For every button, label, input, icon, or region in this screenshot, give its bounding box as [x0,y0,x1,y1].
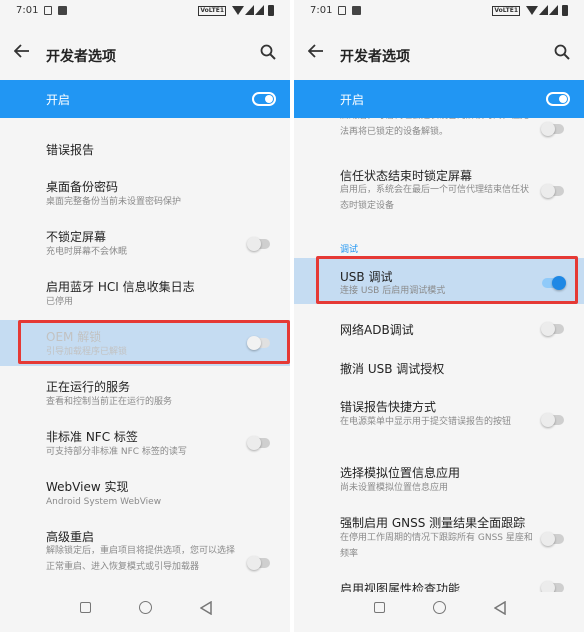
master-switch-row[interactable]: 开启 [294,80,584,118]
recents-icon[interactable] [80,602,91,613]
list-item-lock-on-trust-lost[interactable]: 信任状态结束时锁定屏幕 启用后，系统会在最后一个可信代理结束信任状态时锁定设备 [294,158,584,220]
nav-bar [0,592,290,632]
item-title: 选择模拟位置信息应用 [340,466,461,480]
volte-badge: VoLTE1 [198,6,226,16]
list-item-bug-report[interactable]: 错误报告 [0,118,290,170]
trust-agent-toggle[interactable] [541,122,564,136]
back-arrow-icon[interactable] [308,44,324,58]
list-item-stay-awake[interactable]: 不锁定屏幕 充电时屏幕不会休眠 [0,220,290,270]
list-item-mock-location-app[interactable]: 选择模拟位置信息应用 尚未设置模拟位置信息应用 [294,454,584,502]
signal-icon [539,5,548,15]
item-title: WebView 实现 [46,480,129,494]
gnss-tracking-toggle[interactable] [541,532,564,546]
settings-list: 错误报告 桌面备份密码 桌面完整备份当前未设置密码保护 不锁定屏幕 充电时屏幕不… [0,118,290,592]
image-icon [352,6,361,15]
status-time: 7:01 [16,5,39,16]
nav-bar [294,592,584,632]
list-item-gnss-tracking[interactable]: 强制启用 GNSS 测量结果全面跟踪 在停用工作周期的情况下跟踪所有 GNSS … [294,504,584,568]
sim-icon [338,6,346,15]
sim-icon [44,6,52,15]
list-item-nfc[interactable]: 非标准 NFC 标签 可支持部分非标准 NFC 标签的读写 [0,418,290,468]
app-bar: 开发者选项 [294,22,584,80]
item-title: 非标准 NFC 标签 [46,430,138,444]
recents-icon[interactable] [374,602,385,613]
signal-icon [549,5,558,15]
signal-icon [255,5,264,15]
status-bar: 7:01 VoLTE1 [0,0,290,22]
list-item-running-services[interactable]: 正在运行的服务 查看和控制当前正在运行的服务 [0,368,290,418]
master-switch[interactable] [546,92,570,106]
item-title: 错误报告 [46,143,95,157]
list-item-backup-password[interactable]: 桌面备份密码 桌面完整备份当前未设置密码保护 [0,170,290,220]
item-title: 正在运行的服务 [46,380,131,394]
screen-root: 7:01 VoLTE1 开发者选项 开启 错误报告 桌面备份密码 桌面完整备份当… [0,0,584,632]
item-title: 网络ADB调试 [340,323,414,337]
adb-over-network-toggle[interactable] [541,322,564,336]
item-title: 强制启用 GNSS 测量结果全面跟踪 [340,516,526,530]
item-subtitle: 已停用 [46,297,74,307]
item-subtitle: 启用后，系统会在最后一个可信代理结束信任状态时锁定设备 [340,185,530,211]
list-item-trust-agent-partial[interactable]: 启用后，可信代理会延长设备的解锁时间，但无法再将已锁定的设备解锁。 [294,118,584,146]
app-bar: 开发者选项 [0,22,290,80]
battery-icon [562,5,568,16]
master-switch-label: 开启 [46,93,71,107]
item-title: 启用蓝牙 HCI 信息收集日志 [46,280,195,294]
list-item-adb-over-network[interactable]: 网络ADB调试 [294,308,584,348]
left-screen: 7:01 VoLTE1 开发者选项 开启 错误报告 桌面备份密码 桌面完整备份当… [0,0,290,632]
status-bar: 7:01 VoLTE1 [294,0,584,22]
master-switch-row[interactable]: 开启 [0,80,290,118]
wifi-icon [526,6,538,15]
item-subtitle: 在电源菜单中显示用于提交错误报告的按钮 [340,417,512,427]
list-item-view-attribute-inspection[interactable]: 启用视图属性检查功能 [294,574,584,592]
item-title: 桌面备份密码 [46,180,119,194]
item-subtitle: 在停用工作周期的情况下跟踪所有 GNSS 星座和频率 [340,533,533,559]
master-switch[interactable] [252,92,276,106]
search-icon[interactable] [260,44,276,60]
master-switch-label: 开启 [340,93,365,107]
volte-badge: VoLTE1 [492,6,520,16]
settings-list: 启用后，可信代理会延长设备的解锁时间，但无法再将已锁定的设备解锁。 信任状态结束… [294,118,584,592]
item-title: 错误报告快捷方式 [340,400,437,414]
signal-icon [245,5,254,15]
lock-on-trust-lost-toggle[interactable] [541,184,564,198]
item-subtitle: 查看和控制当前正在运行的服务 [46,397,173,407]
view-attribute-toggle[interactable] [541,581,564,592]
image-icon [58,6,67,15]
back-arrow-icon[interactable] [14,44,30,58]
list-item-bug-report-shortcut[interactable]: 错误报告快捷方式 在电源菜单中显示用于提交错误报告的按钮 [294,386,584,450]
item-subtitle: 桌面完整备份当前未设置密码保护 [46,197,182,207]
advanced-reboot-toggle[interactable] [247,556,270,570]
section-header-debug: 调试 [340,245,359,255]
item-title: 撤消 USB 调试授权 [340,362,445,376]
stay-awake-toggle[interactable] [247,237,270,251]
status-time: 7:01 [310,5,333,16]
annotation-box [18,320,290,364]
back-icon[interactable] [494,601,506,615]
item-subtitle: 解除锁定后，重启项目将提供选项，您可以选择正常重启、进入恢复模式或引导加载器 [46,546,236,572]
home-icon[interactable] [139,601,152,614]
battery-icon [268,5,274,16]
nfc-toggle[interactable] [247,436,270,450]
annotation-box [316,256,578,304]
item-title: 启用视图属性检查功能 [340,582,461,592]
page-title: 开发者选项 [340,49,410,65]
list-item-bt-hci-log[interactable]: 启用蓝牙 HCI 信息收集日志 已停用 [0,270,290,320]
list-item-revoke-usb-auth[interactable]: 撤消 USB 调试授权 [294,348,584,386]
list-item-advanced-reboot[interactable]: 高级重启 解除锁定后，重启项目将提供选项，您可以选择正常重启、进入恢复模式或引导… [0,520,290,592]
search-icon[interactable] [554,44,570,60]
back-icon[interactable] [200,601,212,615]
list-item-webview[interactable]: WebView 实现 Android System WebView [0,468,290,520]
item-subtitle: 启用后，可信代理会延长设备的解锁时间，但无法再将已锁定的设备解锁。 [340,118,529,137]
item-subtitle: Android System WebView [46,497,162,507]
item-subtitle: 充电时屏幕不会休眠 [46,247,128,257]
item-title: 不锁定屏幕 [46,230,107,244]
wifi-icon [232,6,244,15]
page-title: 开发者选项 [46,49,116,65]
item-subtitle: 可支持部分非标准 NFC 标签的读写 [46,447,187,457]
item-subtitle: 尚未设置模拟位置信息应用 [340,483,449,493]
home-icon[interactable] [433,601,446,614]
bug-report-shortcut-toggle[interactable] [541,413,564,427]
right-screen: 7:01 VoLTE1 开发者选项 开启 启用后，可信代理会延长 [294,0,584,632]
